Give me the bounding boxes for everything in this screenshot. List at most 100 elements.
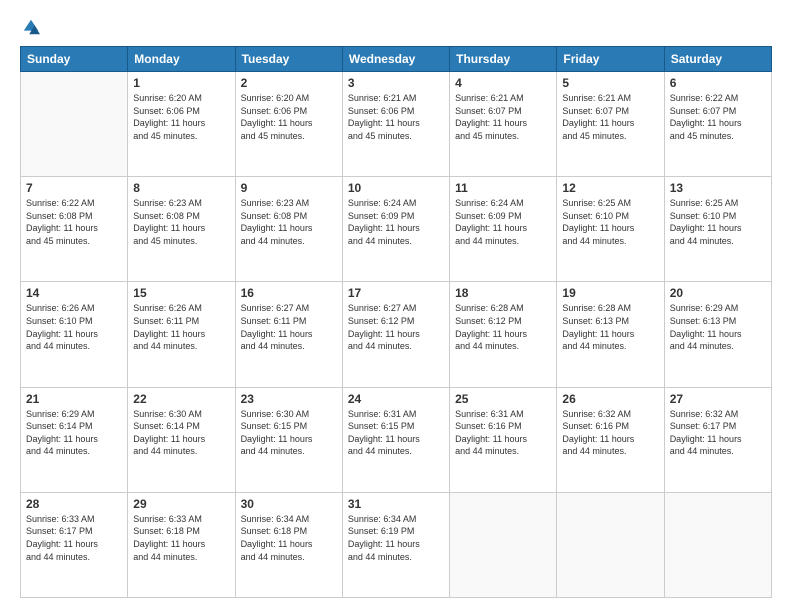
calendar-cell: 4Sunrise: 6:21 AM Sunset: 6:07 PM Daylig… bbox=[450, 72, 557, 177]
day-number: 31 bbox=[348, 497, 444, 511]
day-number: 8 bbox=[133, 181, 229, 195]
day-number: 26 bbox=[562, 392, 658, 406]
day-info: Sunrise: 6:23 AM Sunset: 6:08 PM Dayligh… bbox=[241, 197, 337, 247]
day-info: Sunrise: 6:24 AM Sunset: 6:09 PM Dayligh… bbox=[455, 197, 551, 247]
calendar-cell: 21Sunrise: 6:29 AM Sunset: 6:14 PM Dayli… bbox=[21, 387, 128, 492]
day-info: Sunrise: 6:28 AM Sunset: 6:12 PM Dayligh… bbox=[455, 302, 551, 352]
calendar-cell: 16Sunrise: 6:27 AM Sunset: 6:11 PM Dayli… bbox=[235, 282, 342, 387]
day-number: 22 bbox=[133, 392, 229, 406]
day-number: 20 bbox=[670, 286, 766, 300]
day-number: 6 bbox=[670, 76, 766, 90]
day-info: Sunrise: 6:34 AM Sunset: 6:19 PM Dayligh… bbox=[348, 513, 444, 563]
calendar-cell: 10 Sunrise: 6:24 AM Sunset: 6:09 PM Dayli… bbox=[342, 177, 449, 282]
logo-icon bbox=[22, 18, 40, 36]
day-info: Sunrise: 6:29 AM Sunset: 6:13 PM Dayligh… bbox=[670, 302, 766, 352]
calendar-cell: 17 Sunrise: 6:27 AM Sunset: 6:12 PM Dayli… bbox=[342, 282, 449, 387]
calendar-header-friday: Friday bbox=[557, 47, 664, 72]
day-number: 4 bbox=[455, 76, 551, 90]
calendar-cell: 14 Sunrise: 6:26 AM Sunset: 6:10 PM Dayli… bbox=[21, 282, 128, 387]
calendar-cell: 20 Sunrise: 6:29 AM Sunset: 6:13 PM Dayli… bbox=[664, 282, 771, 387]
calendar-cell: 30Sunrise: 6:34 AM Sunset: 6:18 PM Dayli… bbox=[235, 492, 342, 597]
calendar-header-row: SundayMondayTuesdayWednesdayThursdayFrid… bbox=[21, 47, 772, 72]
day-info: Sunrise: 6:30 AM Sunset: 6:15 PM Dayligh… bbox=[241, 408, 337, 458]
calendar-week-row: 21Sunrise: 6:29 AM Sunset: 6:14 PM Dayli… bbox=[21, 387, 772, 492]
calendar-header-tuesday: Tuesday bbox=[235, 47, 342, 72]
day-info: Sunrise: 6:23 AM Sunset: 6:08 PM Dayligh… bbox=[133, 197, 229, 247]
header bbox=[20, 18, 772, 36]
day-number: 9 bbox=[241, 181, 337, 195]
day-number: 29 bbox=[133, 497, 229, 511]
calendar-cell bbox=[557, 492, 664, 597]
day-info: Sunrise: 6:21 AM Sunset: 6:06 PM Dayligh… bbox=[348, 92, 444, 142]
day-info: Sunrise: 6:31 AM Sunset: 6:16 PM Dayligh… bbox=[455, 408, 551, 458]
calendar-cell: 1 Sunrise: 6:20 AM Sunset: 6:06 PM Daylig… bbox=[128, 72, 235, 177]
day-info: Sunrise: 6:33 AM Sunset: 6:18 PM Dayligh… bbox=[133, 513, 229, 563]
calendar-cell: 13 Sunrise: 6:25 AM Sunset: 6:10 PM Dayli… bbox=[664, 177, 771, 282]
day-info: Sunrise: 6:31 AM Sunset: 6:15 PM Dayligh… bbox=[348, 408, 444, 458]
day-number: 7 bbox=[26, 181, 122, 195]
day-number: 24 bbox=[348, 392, 444, 406]
day-info: Sunrise: 6:22 AM Sunset: 6:07 PM Dayligh… bbox=[670, 92, 766, 142]
day-info: Sunrise: 6:32 AM Sunset: 6:16 PM Dayligh… bbox=[562, 408, 658, 458]
day-number: 19 bbox=[562, 286, 658, 300]
calendar-header-saturday: Saturday bbox=[664, 47, 771, 72]
calendar-cell: 15 Sunrise: 6:26 AM Sunset: 6:11 PM Dayli… bbox=[128, 282, 235, 387]
day-number: 10 bbox=[348, 181, 444, 195]
calendar-cell: 28 Sunrise: 6:33 AM Sunset: 6:17 PM Dayli… bbox=[21, 492, 128, 597]
calendar-week-row: 7 Sunrise: 6:22 AM Sunset: 6:08 PM Daylig… bbox=[21, 177, 772, 282]
calendar-header-wednesday: Wednesday bbox=[342, 47, 449, 72]
calendar-cell: 5 Sunrise: 6:21 AM Sunset: 6:07 PM Daylig… bbox=[557, 72, 664, 177]
calendar-cell: 6 Sunrise: 6:22 AM Sunset: 6:07 PM Daylig… bbox=[664, 72, 771, 177]
day-info: Sunrise: 6:24 AM Sunset: 6:09 PM Dayligh… bbox=[348, 197, 444, 247]
day-info: Sunrise: 6:26 AM Sunset: 6:11 PM Dayligh… bbox=[133, 302, 229, 352]
calendar-header-thursday: Thursday bbox=[450, 47, 557, 72]
day-info: Sunrise: 6:22 AM Sunset: 6:08 PM Dayligh… bbox=[26, 197, 122, 247]
day-number: 14 bbox=[26, 286, 122, 300]
calendar-cell: 26 Sunrise: 6:32 AM Sunset: 6:16 PM Dayli… bbox=[557, 387, 664, 492]
calendar-header-monday: Monday bbox=[128, 47, 235, 72]
day-number: 17 bbox=[348, 286, 444, 300]
day-number: 28 bbox=[26, 497, 122, 511]
calendar-cell: 31 Sunrise: 6:34 AM Sunset: 6:19 PM Dayli… bbox=[342, 492, 449, 597]
day-number: 1 bbox=[133, 76, 229, 90]
calendar-table: SundayMondayTuesdayWednesdayThursdayFrid… bbox=[20, 46, 772, 598]
day-info: Sunrise: 6:21 AM Sunset: 6:07 PM Dayligh… bbox=[562, 92, 658, 142]
calendar-cell bbox=[450, 492, 557, 597]
calendar-cell: 19 Sunrise: 6:28 AM Sunset: 6:13 PM Dayli… bbox=[557, 282, 664, 387]
day-number: 11 bbox=[455, 181, 551, 195]
day-number: 13 bbox=[670, 181, 766, 195]
calendar-week-row: 14 Sunrise: 6:26 AM Sunset: 6:10 PM Dayli… bbox=[21, 282, 772, 387]
day-info: Sunrise: 6:27 AM Sunset: 6:11 PM Dayligh… bbox=[241, 302, 337, 352]
day-info: Sunrise: 6:30 AM Sunset: 6:14 PM Dayligh… bbox=[133, 408, 229, 458]
day-info: Sunrise: 6:25 AM Sunset: 6:10 PM Dayligh… bbox=[670, 197, 766, 247]
day-info: Sunrise: 6:33 AM Sunset: 6:17 PM Dayligh… bbox=[26, 513, 122, 563]
calendar-cell: 27Sunrise: 6:32 AM Sunset: 6:17 PM Dayli… bbox=[664, 387, 771, 492]
calendar-cell: 2Sunrise: 6:20 AM Sunset: 6:06 PM Daylig… bbox=[235, 72, 342, 177]
day-info: Sunrise: 6:20 AM Sunset: 6:06 PM Dayligh… bbox=[133, 92, 229, 142]
day-info: Sunrise: 6:34 AM Sunset: 6:18 PM Dayligh… bbox=[241, 513, 337, 563]
day-number: 12 bbox=[562, 181, 658, 195]
calendar-week-row: 28 Sunrise: 6:33 AM Sunset: 6:17 PM Dayli… bbox=[21, 492, 772, 597]
calendar-cell: 11 Sunrise: 6:24 AM Sunset: 6:09 PM Dayli… bbox=[450, 177, 557, 282]
day-number: 15 bbox=[133, 286, 229, 300]
day-info: Sunrise: 6:27 AM Sunset: 6:12 PM Dayligh… bbox=[348, 302, 444, 352]
calendar-cell: 3 Sunrise: 6:21 AM Sunset: 6:06 PM Daylig… bbox=[342, 72, 449, 177]
calendar-cell: 8 Sunrise: 6:23 AM Sunset: 6:08 PM Daylig… bbox=[128, 177, 235, 282]
calendar-cell: 24 Sunrise: 6:31 AM Sunset: 6:15 PM Dayli… bbox=[342, 387, 449, 492]
day-info: Sunrise: 6:28 AM Sunset: 6:13 PM Dayligh… bbox=[562, 302, 658, 352]
day-number: 3 bbox=[348, 76, 444, 90]
calendar-cell bbox=[21, 72, 128, 177]
day-number: 27 bbox=[670, 392, 766, 406]
day-info: Sunrise: 6:29 AM Sunset: 6:14 PM Dayligh… bbox=[26, 408, 122, 458]
calendar-week-row: 1 Sunrise: 6:20 AM Sunset: 6:06 PM Daylig… bbox=[21, 72, 772, 177]
calendar-cell: 18 Sunrise: 6:28 AM Sunset: 6:12 PM Dayli… bbox=[450, 282, 557, 387]
day-number: 18 bbox=[455, 286, 551, 300]
page: SundayMondayTuesdayWednesdayThursdayFrid… bbox=[0, 0, 792, 612]
calendar-cell: 23 Sunrise: 6:30 AM Sunset: 6:15 PM Dayli… bbox=[235, 387, 342, 492]
day-number: 23 bbox=[241, 392, 337, 406]
day-number: 5 bbox=[562, 76, 658, 90]
calendar-cell: 22 Sunrise: 6:30 AM Sunset: 6:14 PM Dayli… bbox=[128, 387, 235, 492]
day-info: Sunrise: 6:26 AM Sunset: 6:10 PM Dayligh… bbox=[26, 302, 122, 352]
calendar-cell bbox=[664, 492, 771, 597]
calendar-cell: 9 Sunrise: 6:23 AM Sunset: 6:08 PM Daylig… bbox=[235, 177, 342, 282]
